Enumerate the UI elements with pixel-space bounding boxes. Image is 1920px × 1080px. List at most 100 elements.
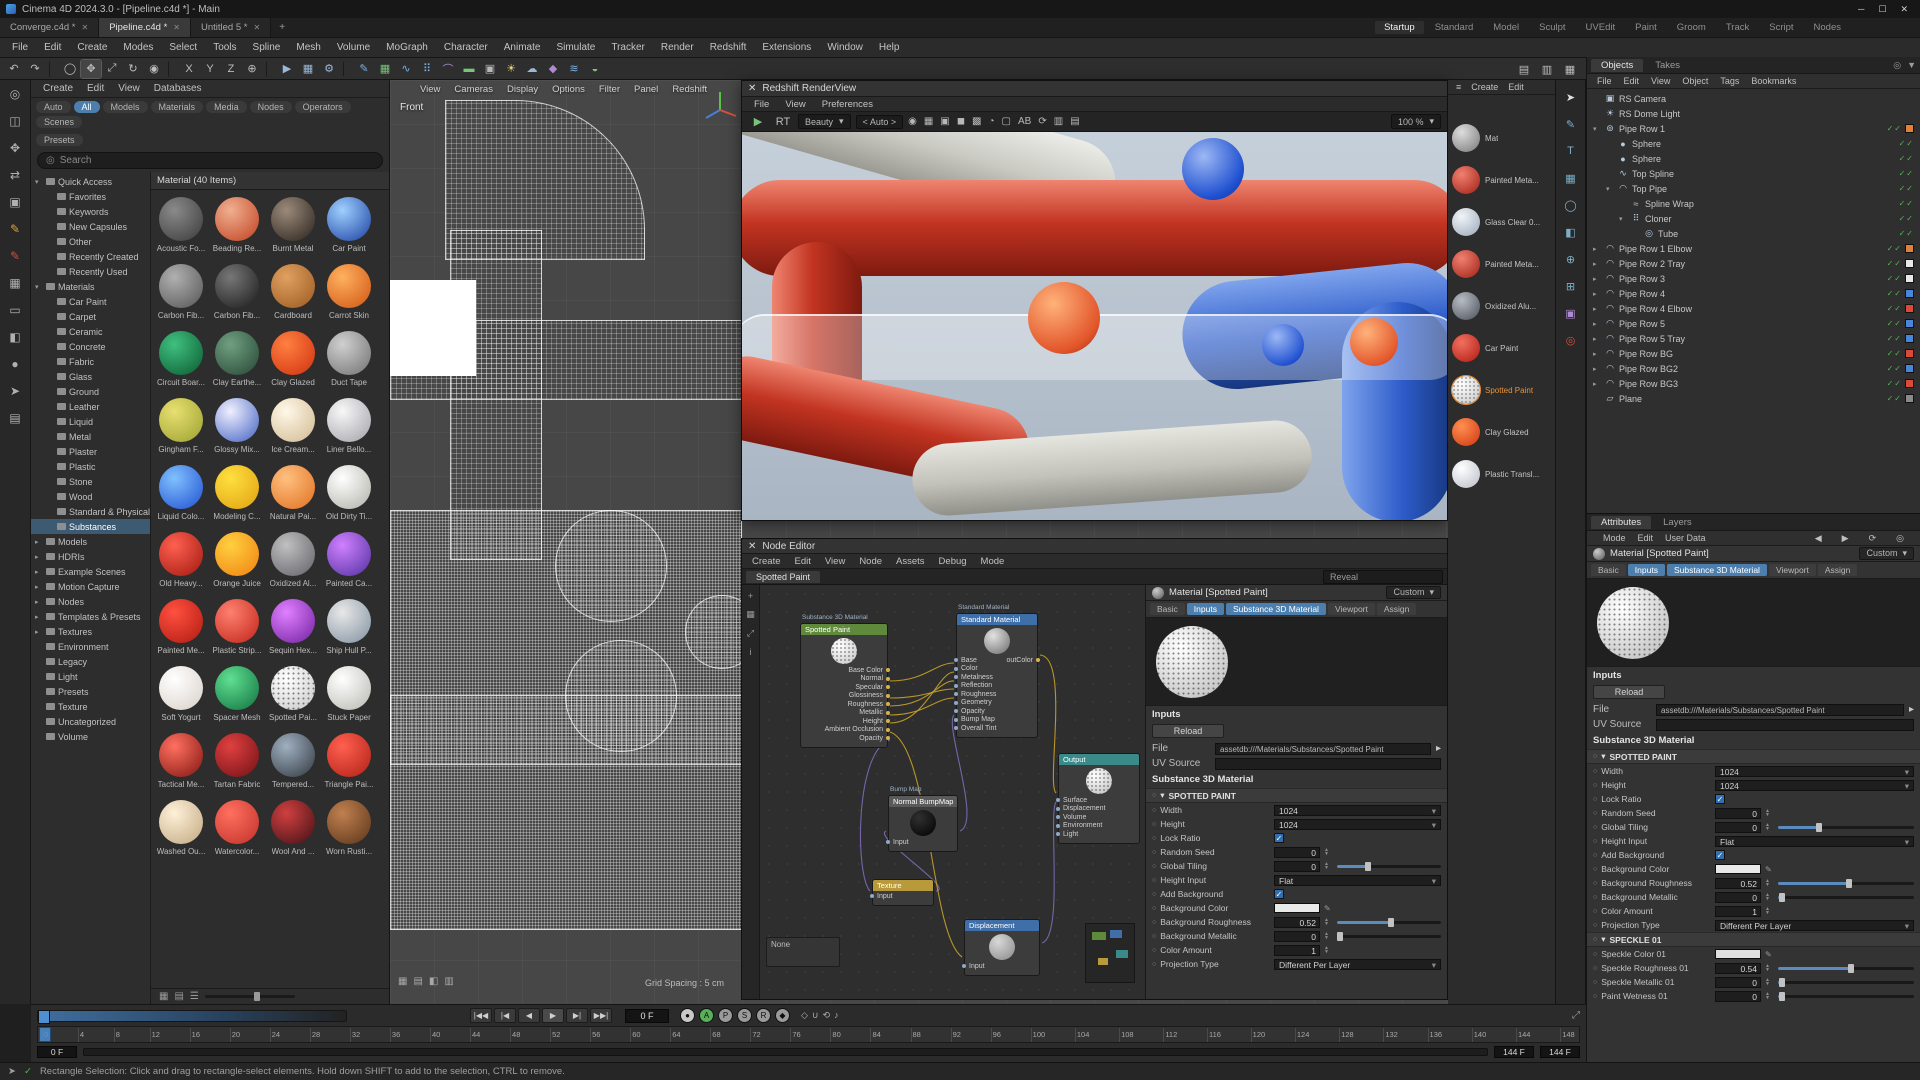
tree-expand-icon[interactable]: ▾: [35, 178, 43, 186]
material-item[interactable]: Triangle Pai...: [321, 730, 377, 797]
eyedropper-icon[interactable]: ✎: [1765, 865, 1772, 874]
material-tab[interactable]: Basic: [1591, 564, 1626, 576]
select-arrow-icon[interactable]: ➤: [5, 381, 25, 401]
tree-item[interactable]: Other: [31, 234, 150, 249]
attribute-menu-item[interactable]: Mode: [1597, 533, 1632, 543]
material-strip-thumbnail[interactable]: [1452, 208, 1480, 236]
object-row[interactable]: ▸ ◠ Pipe Row 4 Elbow ✓✓: [1587, 301, 1920, 316]
search-icon[interactable]: ◎: [1893, 60, 1901, 71]
object-label[interactable]: RS Camera: [1619, 94, 1666, 104]
value-field[interactable]: 0: [1274, 930, 1320, 942]
uv-source-field[interactable]: [1656, 718, 1914, 731]
key-parameter-button[interactable]: ◆: [775, 1008, 790, 1023]
object-label[interactable]: Pipe Row 4: [1619, 289, 1665, 299]
node-input-port[interactable]: Geometry: [954, 699, 996, 708]
node-input-port[interactable]: Reflection: [954, 682, 996, 691]
camera-object-icon[interactable]: ▣: [480, 60, 500, 78]
material-strip-item[interactable]: Painted Meta...: [1448, 165, 1555, 195]
material-thumbnail[interactable]: [159, 197, 203, 241]
color-swatch[interactable]: [1715, 949, 1761, 959]
object-row[interactable]: ☀ RS Dome Light ✓✓: [1587, 106, 1920, 121]
visibility-dots-icon[interactable]: ✓✓: [1899, 169, 1914, 178]
viewport-menu-item[interactable]: Cameras: [454, 84, 493, 95]
value-steppers[interactable]: [1324, 932, 1329, 940]
visibility-dots-icon[interactable]: ✓✓: [1887, 304, 1902, 313]
goto-start-button[interactable]: |◀◀: [470, 1008, 492, 1023]
document-tab[interactable]: Untitled 5 * ✕: [191, 18, 272, 37]
node-editor-tab[interactable]: Spotted Paint: [746, 570, 821, 583]
anim-dot-icon[interactable]: ○: [1593, 880, 1597, 887]
port-dot-icon[interactable]: [954, 700, 958, 705]
material-item[interactable]: Burnt Metal: [265, 194, 321, 261]
floor-object-icon[interactable]: ▬: [459, 60, 479, 78]
material-tag-icon[interactable]: [1905, 289, 1914, 298]
viewport-grid-icon[interactable]: ▦: [398, 976, 407, 987]
anim-dot-icon[interactable]: ○: [1593, 894, 1597, 901]
dropdown[interactable]: 1024 ▾: [1715, 765, 1914, 777]
visibility-dots-icon[interactable]: ✓✓: [1887, 364, 1902, 373]
anim-dot-icon[interactable]: ○: [1593, 824, 1597, 831]
browse-file-icon[interactable]: ▸: [1436, 743, 1441, 754]
material-item[interactable]: Glossy Mix...: [209, 395, 265, 462]
thumbnail-size-slider[interactable]: [204, 992, 295, 1001]
dropdown[interactable]: 1024 ▾: [1715, 779, 1914, 791]
asset-filter-chip[interactable]: Media: [206, 101, 247, 113]
tree-item[interactable]: Liquid: [31, 414, 150, 429]
viewport-layout-icon[interactable]: ▤: [413, 976, 422, 987]
axis-z-button[interactable]: Z: [221, 60, 241, 78]
menu-item[interactable]: File: [4, 40, 36, 55]
slider[interactable]: [1777, 963, 1914, 973]
tree-item[interactable]: Keywords: [31, 204, 150, 219]
material-thumbnail[interactable]: [271, 398, 315, 442]
node-editor-menu-item[interactable]: Node: [853, 556, 888, 567]
asset-filter-chip[interactable]: All: [73, 101, 100, 113]
material-item[interactable]: Old Dirty Ti...: [321, 462, 377, 529]
node[interactable]: Bump Map Normal BumpMap Input: [886, 786, 958, 852]
value-field[interactable]: 0.52: [1274, 916, 1320, 928]
visibility-dots-icon[interactable]: ✓✓: [1899, 139, 1914, 148]
value-steppers[interactable]: [1324, 862, 1329, 870]
renderview-menu-item[interactable]: Preferences: [816, 99, 879, 110]
snapshot-dropdown[interactable]: < Auto >: [855, 114, 904, 129]
asset-filter-chip[interactable]: Materials: [150, 101, 204, 113]
value-steppers[interactable]: [1324, 918, 1329, 926]
sky-object-icon[interactable]: ☁: [522, 60, 542, 78]
tree-item[interactable]: ▸ Textures: [31, 624, 150, 639]
ne-add-icon[interactable]: +: [748, 591, 753, 601]
simulate-icon[interactable]: ≋: [564, 60, 584, 78]
spline-primitive-icon[interactable]: ∿: [396, 60, 416, 78]
viewport-single-icon[interactable]: ▥: [444, 976, 453, 987]
material-item[interactable]: Watercolor...: [209, 797, 265, 864]
sound-icon[interactable]: ♪: [834, 1010, 839, 1021]
material-strip-menu-item[interactable]: Edit: [1504, 82, 1528, 92]
loop-icon[interactable]: ⟲: [823, 1010, 831, 1021]
anim-dot-icon[interactable]: ○: [1152, 821, 1156, 828]
tree-item[interactable]: Stone: [31, 474, 150, 489]
material-thumbnail[interactable]: [271, 264, 315, 308]
material-thumbnail[interactable]: [271, 331, 315, 375]
workspace-tab[interactable]: Script: [1760, 21, 1802, 34]
material-tab[interactable]: Inputs: [1186, 603, 1224, 615]
asset-filter-chip[interactable]: Nodes: [249, 101, 292, 113]
tree-item[interactable]: ▸ Templates & Presets: [31, 609, 150, 624]
lock-icon[interactable]: ◼: [957, 116, 965, 127]
menu-item[interactable]: Render: [653, 40, 702, 55]
port-dot-icon[interactable]: [1056, 815, 1060, 820]
material-thumbnail[interactable]: [271, 666, 315, 710]
browse-file-icon[interactable]: ▸: [1909, 704, 1914, 715]
tree-item[interactable]: Metal: [31, 429, 150, 444]
material-item[interactable]: Gingham F...: [153, 395, 209, 462]
tree-expand-icon[interactable]: ▸: [35, 553, 43, 561]
anim-dot-icon[interactable]: ○: [1152, 961, 1156, 968]
node-input-port[interactable]: Surface: [1056, 796, 1105, 805]
material-item[interactable]: Acoustic Fo...: [153, 194, 209, 261]
dropdown[interactable]: Different Per Layer ▾: [1715, 919, 1914, 931]
object-label[interactable]: Pipe Row BG3: [1619, 379, 1678, 389]
panel-close-icon[interactable]: ✕: [748, 541, 756, 552]
material-strip-thumbnail[interactable]: [1452, 334, 1480, 362]
menu-item[interactable]: Character: [436, 40, 496, 55]
anim-dot-icon[interactable]: ○: [1152, 849, 1156, 856]
file-path-field[interactable]: assetdb:///Materials/Substances/Spotted …: [1656, 703, 1904, 716]
tree-item[interactable]: Leather: [31, 399, 150, 414]
compare-ab-icon[interactable]: AB: [1018, 116, 1031, 127]
